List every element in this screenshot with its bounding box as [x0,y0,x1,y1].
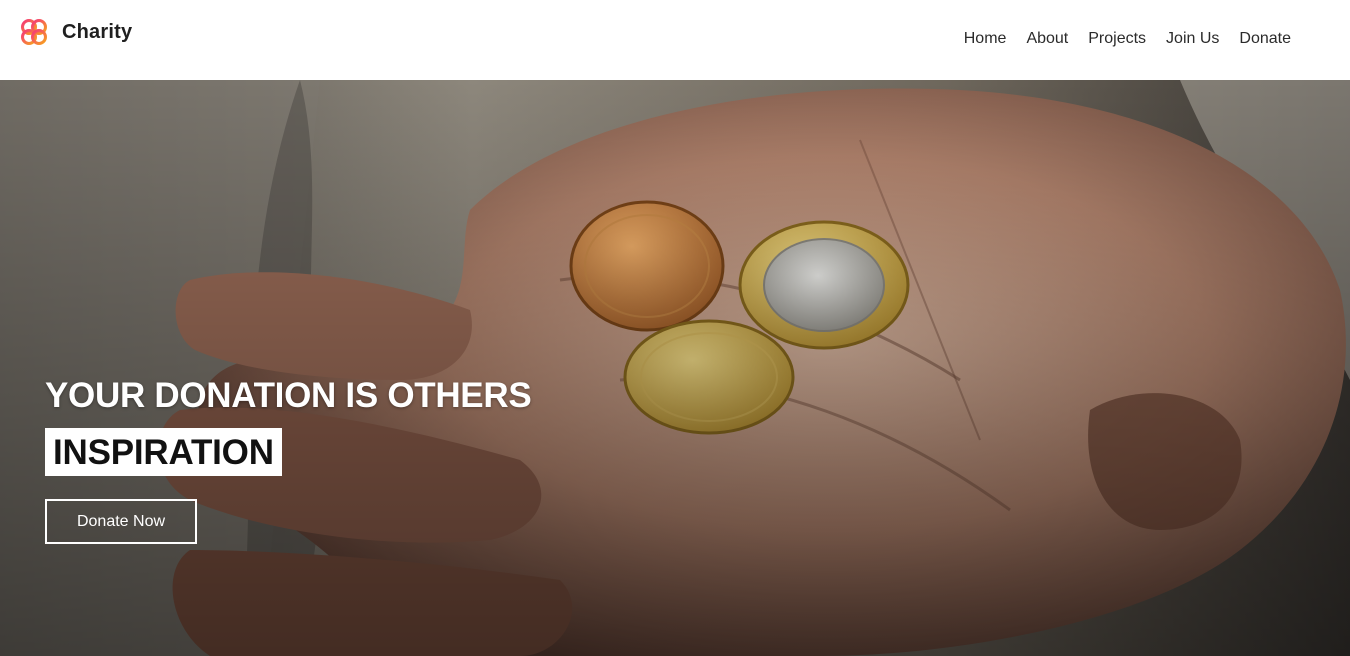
nav-link-join-us[interactable]: Join Us [1156,28,1229,50]
nav-item-donate: Donate [1229,28,1301,50]
hero-highlight-box: INSPIRATION [45,428,282,476]
nav-item-home: Home [954,28,1017,50]
nav-item-about: About [1016,28,1078,50]
heart-knot-logo-icon [21,19,47,45]
nav-menu: Home About Projects Join Us Donate [954,28,1301,50]
hero-highlight-text: INSPIRATION [53,433,274,472]
hero-background-photo [0,80,1350,656]
nav-link-about[interactable]: About [1016,28,1078,50]
brand[interactable]: Charity [18,16,132,48]
hero-cta-row: Donate Now [45,476,531,544]
donate-now-button[interactable]: Donate Now [45,499,197,544]
nav-link-donate[interactable]: Donate [1229,28,1301,50]
open-hand-holding-coins-photo [0,80,1350,656]
nav-item-projects: Projects [1078,28,1156,50]
nav-link-home[interactable]: Home [954,28,1017,50]
top-navbar: Charity Home About Projects Join Us Dona… [0,0,1350,80]
nav-item-join-us: Join Us [1156,28,1229,50]
hero-content: YOUR DONATION IS OTHERS INSPIRATION Dona… [45,376,532,544]
brand-name: Charity [62,20,133,43]
nav-link-projects[interactable]: Projects [1078,28,1156,50]
hero-headline: YOUR DONATION IS OTHERS [45,376,532,415]
hero-section: YOUR DONATION IS OTHERS INSPIRATION Dona… [0,80,1350,656]
